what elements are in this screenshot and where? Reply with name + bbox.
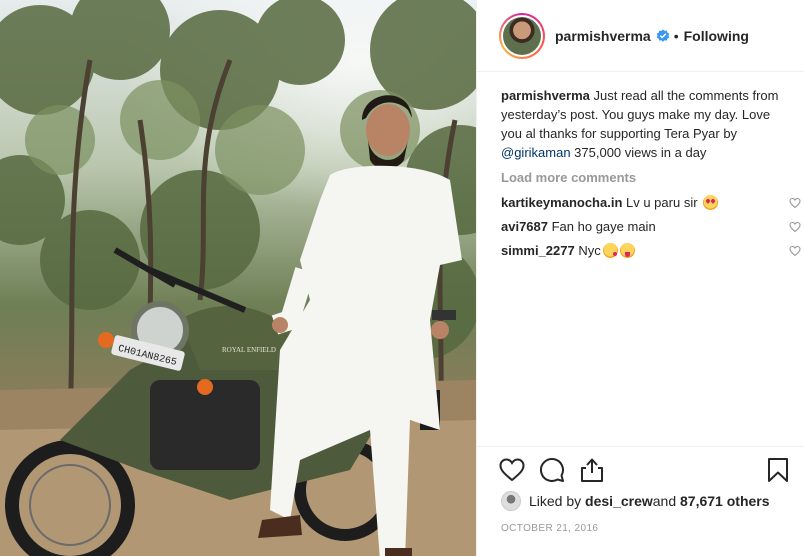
likes-prefix: Liked by — [529, 493, 582, 509]
liker-username[interactable]: desi_crew — [585, 493, 653, 509]
post-photo[interactable]: CH01AN8265 ROYAL ENFIELD — [0, 0, 476, 556]
heart-icon[interactable] — [499, 457, 525, 483]
photo-illustration: CH01AN8265 ROYAL ENFIELD — [0, 0, 476, 556]
comments-section: parmishverma Just read all the comments … — [501, 86, 801, 265]
caption-text-end: 375,000 views in a day — [570, 145, 707, 160]
comment-like-heart-icon[interactable] — [789, 245, 801, 257]
caption-mention-link[interactable]: @girikaman — [501, 145, 571, 160]
caption-username[interactable]: parmishverma — [501, 88, 590, 103]
avatar[interactable] — [499, 12, 545, 59]
author-username[interactable]: parmishverma — [555, 28, 651, 44]
comment-text: Lv u paru sir — [622, 195, 702, 210]
comment-like-heart-icon[interactable] — [789, 221, 801, 233]
post-date[interactable]: OCTOBER 21, 2016 — [501, 523, 598, 534]
share-icon[interactable] — [579, 457, 605, 483]
verified-badge-icon — [656, 29, 669, 42]
comment-item: simmi_2277 Nyc — [501, 241, 801, 265]
kissing-emoji-icon — [602, 243, 618, 258]
following-button[interactable]: Following — [684, 28, 749, 44]
bookmark-icon[interactable] — [765, 457, 791, 483]
comment-item: kartikeymanocha.in Lv u paru sir — [501, 193, 801, 217]
comment-username[interactable]: simmi_2277 — [501, 243, 575, 258]
comment-like-heart-icon[interactable] — [789, 197, 801, 209]
likes-count-link[interactable]: 87,671 others — [680, 493, 770, 509]
comment-item: avi7687 Fan ho gaye main — [501, 217, 801, 241]
header-separator: • — [673, 27, 679, 44]
likes-summary: Liked by desi_crew and 87,671 others — [501, 491, 770, 511]
heart-eyes-emoji-icon — [703, 195, 719, 210]
liker-avatar[interactable] — [501, 491, 521, 511]
post-header: parmishverma • Following — [477, 0, 804, 72]
comment-bubble-icon[interactable] — [539, 457, 565, 483]
likes-and: and — [652, 493, 677, 509]
comment-text: Nyc — [574, 243, 601, 258]
load-more-comments-button[interactable]: Load more comments — [501, 168, 791, 187]
avatar-image — [503, 16, 541, 55]
tank-logo-text: ROYAL ENFIELD — [222, 346, 276, 354]
comment-username[interactable]: avi7687 — [501, 219, 548, 234]
comment-text: Fan ho gaye main — [548, 219, 656, 234]
comment-username[interactable]: kartikeymanocha.in — [501, 195, 622, 210]
post-sidebar: parmishverma • Following parmishverma Ju… — [476, 0, 804, 556]
post-actions: Liked by desi_crew and 87,671 others OCT… — [477, 446, 804, 556]
tongue-out-emoji-icon — [619, 243, 635, 258]
post-caption: parmishverma Just read all the comments … — [501, 86, 791, 162]
